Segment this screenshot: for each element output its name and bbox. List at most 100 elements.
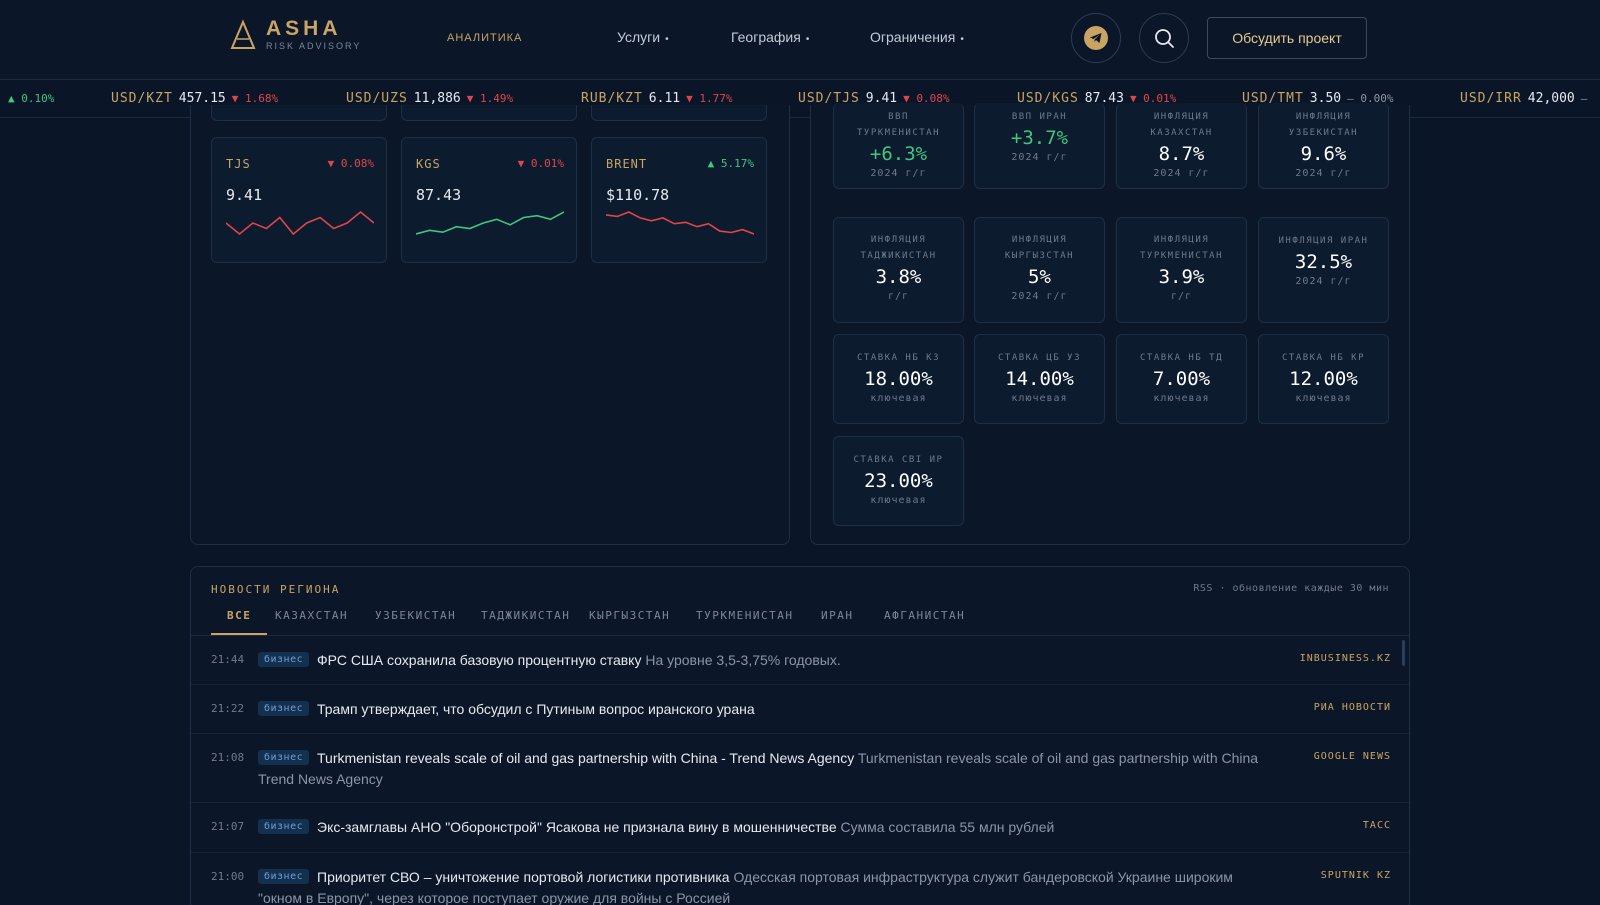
- news-item[interactable]: 21:44 бизнес ФРС США сохранила базовую про…: [191, 636, 1409, 685]
- news-item[interactable]: 21:08 бизнес Turkmenistan reveals scale of…: [191, 734, 1409, 803]
- macro-stat-card: СТАВКА ЦБ УЗ 14.00% ключевая: [974, 334, 1105, 424]
- news-source[interactable]: РИА НОВОСТИ: [1314, 702, 1391, 713]
- currency-change: ▲ 5.17%: [707, 157, 754, 170]
- ticker-change: —: [1580, 92, 1588, 105]
- search-button[interactable]: [1139, 13, 1189, 63]
- ticker-value: 42,000: [1527, 91, 1575, 106]
- news-headline[interactable]: Turkmenistan reveals scale of oil and ga…: [317, 750, 854, 766]
- dropdown-dot-icon: •: [665, 34, 669, 45]
- ticker-value: 457.15: [178, 91, 226, 106]
- macro-stat-value: 3.9%: [1158, 266, 1205, 288]
- macro-stat-value: 18.00%: [864, 368, 933, 390]
- sparkline-chart: [416, 211, 564, 235]
- news-text: Turkmenistan reveals scale of oil and ga…: [258, 748, 1268, 790]
- ticker-item[interactable]: USD/UZS 11,886 ▼ 1.49%: [346, 91, 513, 106]
- news-headline[interactable]: Экс-замглавы АНО "Оборонстрой" Ясакова н…: [317, 819, 837, 835]
- telegram-button[interactable]: [1071, 13, 1121, 63]
- ticker-item[interactable]: RUB/KZT 6.11 ▼ 1.77%: [581, 91, 732, 106]
- news-scrollbar[interactable]: [1402, 640, 1405, 666]
- news-headline[interactable]: Приоритет СВО – уничтожение портовой лог…: [317, 869, 730, 885]
- macro-stat-value: +6.3%: [869, 143, 928, 165]
- macro-stat-card: ИНФЛЯЦИЯ УЗБЕКИСТАН 9.6% 2024 г/г: [1258, 103, 1389, 189]
- news-tab[interactable]: ИРАН: [821, 609, 854, 635]
- news-tab[interactable]: АФГАНИСТАН: [884, 609, 965, 635]
- site-header: ASHA RISK ADVISORY АНАЛИТИКА Услуги • Гео…: [0, 0, 1600, 80]
- nav-restrictions[interactable]: Ограничения •: [870, 29, 964, 45]
- macro-stats-panel: ВВП ТУРКМЕНИСТАН +6.3% 2024 г/г ВВП ИРАН +3.…: [810, 103, 1410, 545]
- nav-analytics[interactable]: АНАЛИТИКА: [447, 32, 522, 44]
- macro-stat-card: ИНФЛЯЦИЯ КАЗАХСТАН 8.7% 2024 г/г: [1116, 103, 1247, 189]
- currency-code: KGS: [416, 157, 441, 171]
- currency-panel: TJS ▼ 0.08% 9.41 KGS ▼ 0.01% 87.43 BRENT ▲ 5.17…: [190, 105, 790, 545]
- macro-stat-card: ИНФЛЯЦИЯ ТУРКМЕНИСТАН 3.9% г/г: [1116, 217, 1247, 323]
- news-item[interactable]: 21:00 бизнес Приоритет СВО – уничтожение п…: [191, 853, 1409, 905]
- news-category-badge: бизнес: [258, 652, 310, 667]
- logo[interactable]: ASHA RISK ADVISORY: [230, 18, 361, 52]
- ticker-symbol: RUB/KZT: [581, 91, 643, 106]
- macro-stat-value: 23.00%: [864, 470, 933, 492]
- news-headline[interactable]: Трамп утверждает, что обсудил с Путиным …: [317, 701, 755, 717]
- news-headline[interactable]: ФРС США сохранила базовую процентную ста…: [317, 652, 641, 668]
- currency-change: ▼ 0.01%: [517, 157, 564, 170]
- news-time: 21:07: [211, 820, 245, 833]
- news-source[interactable]: INBUSINESS.KZ: [1300, 653, 1391, 664]
- ticker-item[interactable]: USD/IRR 42,000 —: [1460, 91, 1587, 106]
- news-tab[interactable]: КЫРГЫЗСТАН: [589, 609, 670, 635]
- news-time: 21:00: [211, 870, 245, 883]
- ticker-change: ▼ 1.77%: [686, 92, 733, 105]
- news-tab[interactable]: ТУРКМЕНИСТАН: [696, 609, 793, 635]
- news-category-badge: бизнес: [258, 819, 310, 834]
- currency-code: TJS: [226, 157, 251, 171]
- macro-stat-subtitle: 2024 г/г: [870, 168, 927, 179]
- news-tab[interactable]: ВСЕ: [211, 609, 268, 635]
- nav-services[interactable]: Услуги •: [617, 29, 669, 45]
- currency-card-partial: [211, 105, 387, 121]
- sparkline-line: [416, 211, 564, 235]
- news-description: Сумма составила 55 млн рублей: [840, 819, 1055, 835]
- macro-stat-card: СТАВКА CBI ИР 23.00% ключевая: [833, 436, 964, 526]
- macro-stat-value: 32.5%: [1294, 251, 1353, 273]
- macro-stat-card: ИНФЛЯЦИЯ ИРАН 32.5% 2024 г/г: [1258, 217, 1389, 323]
- macro-stat-subtitle: г/г: [1170, 291, 1193, 302]
- macro-stat-label: СТАВКА НБ КЗ: [856, 353, 941, 363]
- ticker-item[interactable]: ▲ 0.10%: [8, 91, 54, 106]
- currency-card[interactable]: BRENT ▲ 5.17% $110.78: [591, 137, 767, 263]
- macro-stat-value: 7.00%: [1152, 368, 1211, 390]
- news-text: Трамп утверждает, что обсудил с Путиным …: [317, 699, 1277, 720]
- sparkline-chart: [606, 211, 754, 235]
- macro-stat-label: СТАВКА НБ ТД: [1139, 353, 1224, 363]
- news-tab[interactable]: КАЗАХСТАН: [275, 609, 348, 635]
- search-icon: [1155, 29, 1174, 48]
- macro-stat-subtitle: ключевая: [1011, 393, 1068, 404]
- currency-card[interactable]: TJS ▼ 0.08% 9.41: [211, 137, 387, 263]
- news-tab[interactable]: УЗБЕКИСТАН: [375, 609, 456, 635]
- news-tab[interactable]: ТАДЖИКИСТАН: [481, 609, 570, 635]
- nav-geography[interactable]: География •: [731, 29, 809, 45]
- ticker-change: ▼ 1.68%: [231, 92, 279, 105]
- macro-stat-card: СТАВКА НБ КЗ 18.00% ключевая: [833, 334, 964, 424]
- news-time: 21:08: [211, 751, 245, 764]
- news-text: Экс-замглавы АНО "Оборонстрой" Ясакова н…: [317, 817, 1277, 838]
- news-text: ФРС США сохранила базовую процентную ста…: [317, 650, 1277, 671]
- currency-card[interactable]: KGS ▼ 0.01% 87.43: [401, 137, 577, 263]
- macro-stat-label: ИНФЛЯЦИЯ ИРАН: [1278, 236, 1369, 246]
- ticker-change: ▼ 1.49%: [466, 92, 514, 105]
- news-item[interactable]: 21:22 бизнес Трамп утверждает, что обсудил…: [191, 685, 1409, 734]
- news-source[interactable]: SPUTNIK KZ: [1321, 870, 1391, 881]
- discuss-project-button[interactable]: Обсудить проект: [1207, 17, 1367, 59]
- ticker-item[interactable]: USD/KZT 457.15 ▼ 1.68%: [111, 91, 278, 106]
- news-time: 21:22: [211, 702, 245, 715]
- nav-restrictions-label: Ограничения: [870, 29, 956, 45]
- news-source[interactable]: GOOGLE NEWS: [1314, 751, 1391, 762]
- macro-stat-value: 5%: [1028, 266, 1051, 288]
- macro-stat-label: ИНФЛЯЦИЯ УЗБЕКИСТАН: [1288, 112, 1359, 138]
- macro-stat-value: +3.7%: [1010, 127, 1069, 149]
- news-text: Приоритет СВО – уничтожение портовой лог…: [258, 867, 1268, 905]
- macro-stat-card: ИНФЛЯЦИЯ ТАДЖИКИСТАН 3.8% г/г: [833, 217, 964, 323]
- news-source[interactable]: ТАСС: [1363, 820, 1391, 831]
- macro-stat-card: ИНФЛЯЦИЯ КЫРГЫЗСТАН 5% 2024 г/г: [974, 217, 1105, 323]
- macro-stat-label: ИНФЛЯЦИЯ ТАДЖИКИСТАН: [860, 235, 937, 261]
- macro-stat-label: СТАВКА НБ КР: [1281, 353, 1366, 363]
- news-item[interactable]: 21:07 бизнес Экс-замглавы АНО "Оборонстрой…: [191, 803, 1409, 853]
- macro-stat-label: СТАВКА CBI ИР: [853, 455, 944, 465]
